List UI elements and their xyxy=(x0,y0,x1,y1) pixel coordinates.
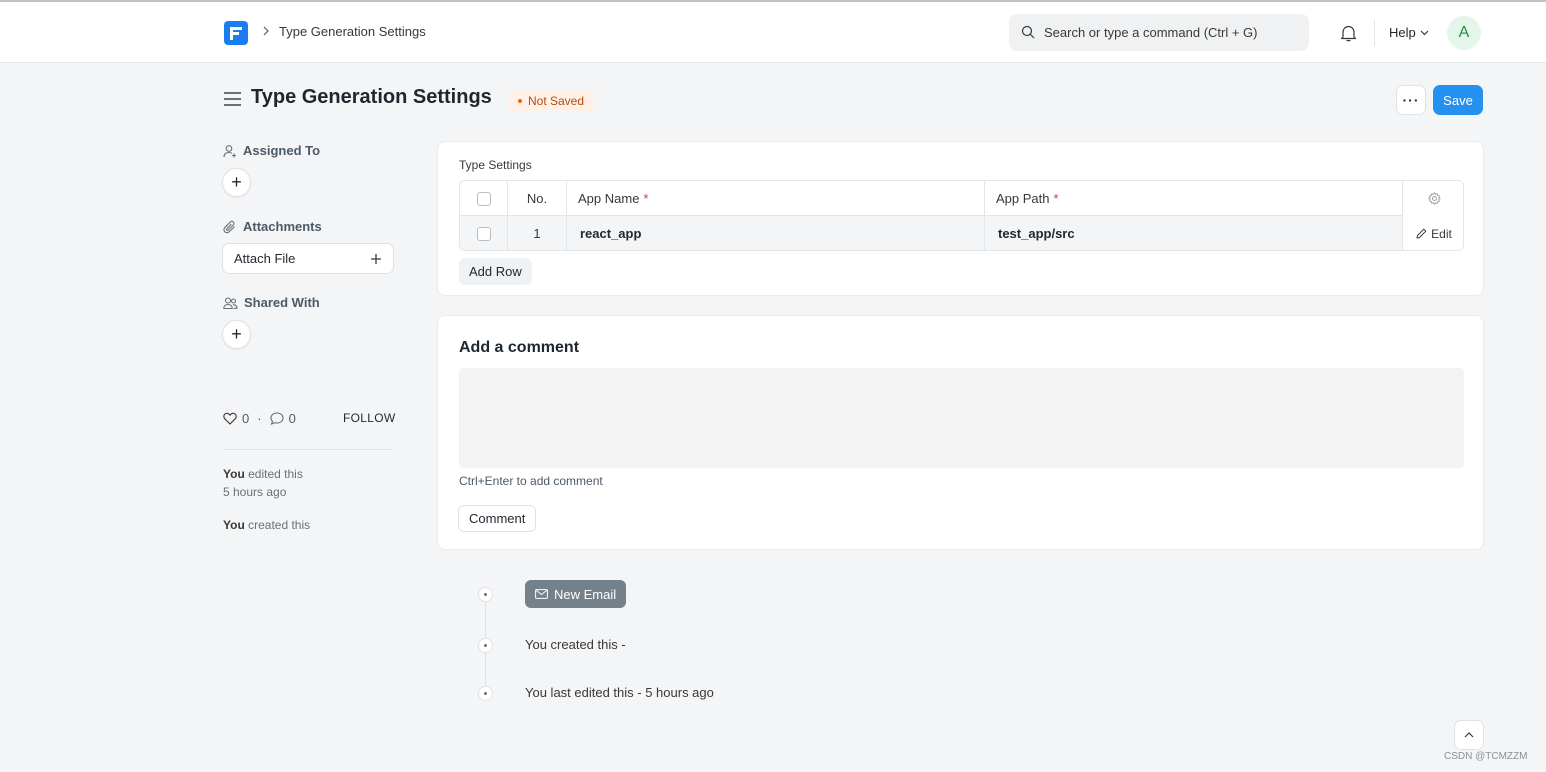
help-label: Help xyxy=(1389,25,1416,40)
paperclip-icon xyxy=(223,220,235,233)
users-icon xyxy=(223,296,238,309)
navbar: Type Generation Settings Help A xyxy=(0,0,1546,63)
edit-row-button[interactable]: Edit xyxy=(1403,216,1463,250)
activity-created: You created this xyxy=(223,518,311,532)
help-menu[interactable]: Help xyxy=(1389,25,1429,40)
comment-section: Add a comment Ctrl+Enter to add comment … xyxy=(437,315,1484,550)
timeline-dot xyxy=(478,638,493,653)
comment-input[interactable] xyxy=(459,368,1464,468)
status-label: Not Saved xyxy=(528,93,585,108)
timeline-created: You created this - xyxy=(525,637,626,652)
column-header-app-name: App Name * xyxy=(567,181,985,216)
search-icon xyxy=(1021,25,1035,39)
comment-hint: Ctrl+Enter to add comment xyxy=(459,474,603,488)
notification-bell-icon[interactable] xyxy=(1340,24,1357,42)
shared-with-label: Shared With xyxy=(223,295,320,310)
attach-file-label: Attach File xyxy=(234,251,296,266)
page-title: Type Generation Settings xyxy=(251,86,492,108)
new-email-button[interactable]: New Email xyxy=(525,580,627,608)
assigned-to-label: Assigned To xyxy=(223,143,320,158)
type-settings-table: No. App Name * App Path * 1 react_app test… xyxy=(459,180,1464,251)
attach-file-button[interactable]: Attach File xyxy=(222,243,394,274)
required-mark: * xyxy=(643,191,649,206)
gear-icon[interactable] xyxy=(1427,192,1441,205)
engagement-stats: 0 · 0 xyxy=(223,411,296,426)
follow-button[interactable]: FOLLOW xyxy=(343,411,395,425)
row-checkbox[interactable] xyxy=(476,226,491,241)
column-header-no: No. xyxy=(508,181,567,216)
table-row[interactable]: 1 react_app test_app/src Edit xyxy=(460,216,1463,250)
user-add-icon xyxy=(223,144,236,157)
attachments-label: Attachments xyxy=(223,219,322,234)
like-count: 0 xyxy=(242,411,250,426)
column-settings-cell xyxy=(1403,181,1463,216)
comment-count: 0 xyxy=(288,411,296,426)
plus-icon xyxy=(371,253,381,264)
timeline-dot xyxy=(478,587,493,602)
app-logo[interactable] xyxy=(224,21,248,45)
chevron-up-icon xyxy=(1464,732,1474,738)
watermark: CSDN @TCMZZM xyxy=(1444,751,1528,762)
app-name-cell[interactable]: react_app xyxy=(567,216,985,250)
timeline-edited: You last edited this - 5 hours ago xyxy=(525,685,714,700)
separator-dot: · xyxy=(257,411,262,426)
comment-icon[interactable] xyxy=(270,412,284,425)
scroll-to-top-button[interactable] xyxy=(1454,720,1484,750)
timeline-dot xyxy=(478,686,493,701)
chevron-down-icon xyxy=(1420,30,1429,35)
required-mark: * xyxy=(1053,191,1059,206)
sidebar-divider xyxy=(223,449,393,450)
comment-title: Add a comment xyxy=(459,339,580,356)
app-path-cell[interactable]: test_app/src xyxy=(985,216,1403,250)
pencil-icon xyxy=(1416,228,1427,239)
search-input[interactable] xyxy=(1044,14,1299,51)
add-share-button[interactable]: + xyxy=(222,320,251,349)
add-assignee-button[interactable]: + xyxy=(222,168,251,197)
status-badge: Not Saved xyxy=(509,89,594,112)
comment-button[interactable]: Comment xyxy=(458,505,537,532)
search-bar[interactable] xyxy=(1009,14,1309,51)
select-all-checkbox[interactable] xyxy=(476,191,491,206)
heart-icon[interactable] xyxy=(223,412,237,425)
table-header: No. App Name * App Path * xyxy=(460,181,1463,216)
activity-edited: You edited this 5 hours ago xyxy=(223,467,303,499)
type-settings-label: Type Settings xyxy=(459,158,532,172)
sidebar-toggle-icon[interactable] xyxy=(224,92,241,106)
column-header-app-path: App Path * xyxy=(985,181,1403,216)
more-actions-button[interactable]: ··· xyxy=(1396,85,1426,115)
save-button[interactable]: Save xyxy=(1433,85,1483,115)
envelope-icon xyxy=(535,589,548,599)
chevron-right-icon xyxy=(263,26,269,36)
status-dot-icon xyxy=(518,98,522,103)
user-avatar[interactable]: A xyxy=(1447,16,1481,50)
type-settings-section: Type Settings No. App Name * App Path * 1 … xyxy=(437,141,1484,296)
breadcrumb[interactable]: Type Generation Settings xyxy=(279,24,426,39)
add-row-button[interactable]: Add Row xyxy=(459,258,532,285)
nav-divider xyxy=(1374,20,1375,46)
row-number: 1 xyxy=(508,216,567,250)
